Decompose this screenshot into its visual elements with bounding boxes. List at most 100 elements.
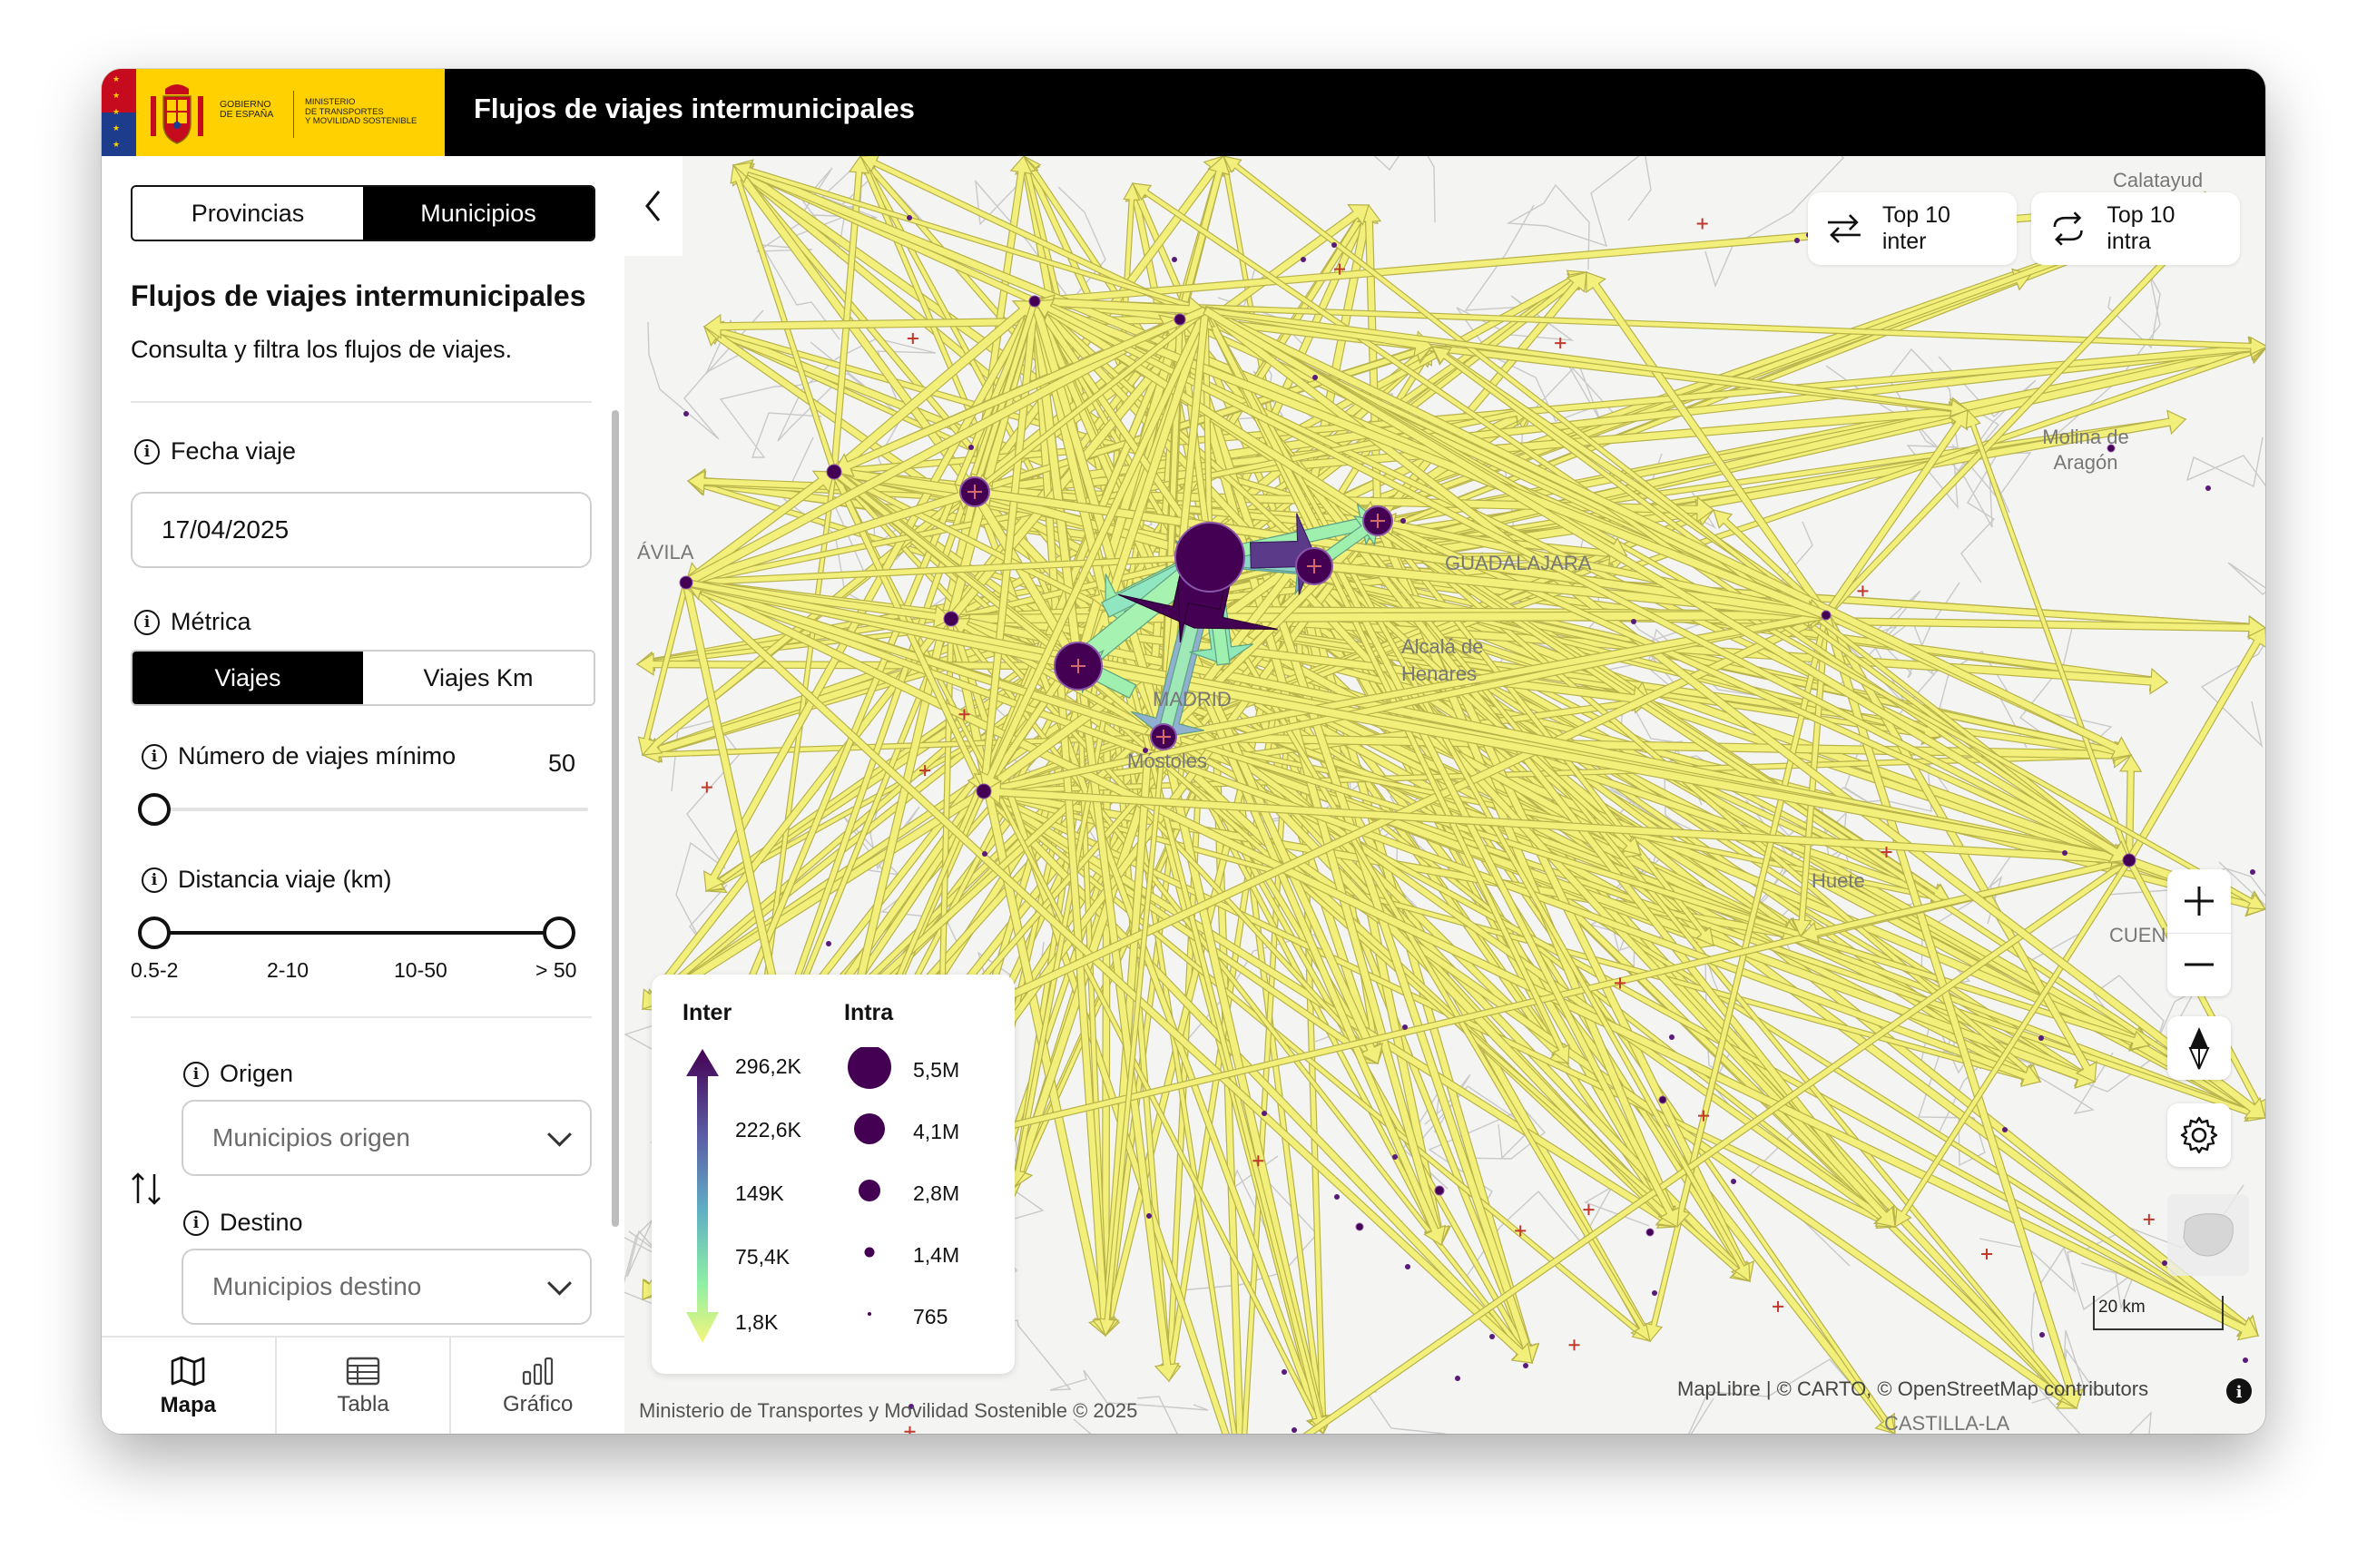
municipality-point — [1282, 1369, 1287, 1375]
municipality-node — [1174, 522, 1245, 593]
iberia-minimap-icon — [2183, 1213, 2234, 1257]
distance-max-thumb[interactable] — [543, 916, 575, 949]
place-label: Alcalá de Henares — [1401, 635, 1484, 685]
municipality-point — [2038, 1035, 2044, 1041]
municipality-node — [1434, 1185, 1445, 1196]
minus-icon — [2185, 963, 2214, 966]
map-attribution[interactable]: MapLibre | © CARTO, © OpenStreetMap cont… — [1677, 1377, 2148, 1401]
panel-title: Flujos de viajes intermunicipales — [131, 279, 586, 312]
legend-inter-value: 149K — [735, 1181, 784, 1205]
metric-label: i Métrica — [134, 608, 251, 636]
station-cross-marker — [1980, 1249, 1992, 1260]
footer-copyright: Ministerio de Transportes y Movilidad So… — [639, 1399, 1138, 1422]
place-label: Molina de Aragón — [2042, 426, 2129, 474]
date-label: i Fecha viaje — [134, 437, 296, 466]
municipality-point — [683, 411, 689, 416]
municipality-point — [826, 941, 831, 946]
info-icon[interactable]: i — [134, 438, 160, 465]
place-label: MADRID — [1153, 688, 1232, 710]
scope-toggle: Provincias Municipios — [131, 185, 595, 241]
legend-inter-value: 75,4K — [735, 1245, 791, 1269]
destination-select[interactable]: Municipios destino — [182, 1249, 592, 1325]
tab-municipios[interactable]: Municipios — [363, 187, 594, 240]
tab-viajes-km[interactable]: Viajes Km — [363, 652, 594, 704]
flow-map[interactable]: Calatayud Molina de Aragón ÁVILA GUADALA… — [624, 156, 2265, 1434]
municipality-point — [968, 445, 974, 450]
government-logo: ★ ★ ★ ★ ★ GOBIERNO DE ESPAÑA MINISTERIO DE TRA… — [102, 69, 445, 156]
nav-grafico[interactable]: Gráfico — [451, 1338, 624, 1434]
zoom-out-button[interactable] — [2167, 934, 2231, 997]
place-label: Calatayud — [2113, 169, 2204, 191]
zoom-control — [2167, 869, 2231, 996]
legend-intra-value: 2,8M — [913, 1181, 960, 1205]
municipality-node — [826, 464, 842, 480]
collapse-sidebar-button[interactable] — [624, 156, 683, 256]
swap-origin-destination-icon[interactable] — [129, 1169, 165, 1209]
top10-intra-button[interactable]: Top 10 intra — [2031, 192, 2240, 265]
coat-of-arms-icon — [151, 84, 203, 144]
legend-intra-title: Intra — [844, 1000, 894, 1025]
info-icon[interactable]: i — [142, 867, 167, 893]
municipality-point — [1172, 257, 1177, 262]
legend-inter-value: 222,6K — [735, 1118, 801, 1142]
min-trips-slider-thumb[interactable] — [138, 793, 171, 826]
date-input[interactable]: 17/04/2025 — [131, 492, 592, 568]
gear-icon — [2180, 1116, 2218, 1154]
destination-label: i Destino — [183, 1209, 303, 1237]
station-cross-marker — [1583, 1204, 1595, 1216]
settings-button[interactable] — [2167, 1103, 2231, 1167]
cycle-arrows-icon — [2053, 211, 2083, 246]
bottom-nav: Mapa Tabla Gráfico — [102, 1336, 624, 1434]
municipality-point — [1400, 518, 1406, 524]
municipality-point — [1402, 1024, 1408, 1030]
info-icon[interactable]: i — [183, 1210, 209, 1236]
municipality-point — [1146, 1213, 1152, 1219]
municipality-point — [1392, 1154, 1398, 1160]
municipality-node — [2122, 853, 2136, 867]
distance-range-track[interactable] — [152, 931, 555, 935]
origin-label: i Origen — [183, 1060, 293, 1088]
metric-toggle: Viajes Viajes Km — [131, 650, 595, 706]
municipality-point — [1301, 257, 1306, 262]
municipality-point — [1652, 1290, 1657, 1296]
compass-button[interactable] — [2167, 1016, 2231, 1080]
municipality-node — [1821, 610, 1832, 621]
ministerio-text: MINISTERIO DE TRANSPORTES Y MOVILIDAD SOST… — [305, 97, 417, 126]
municipality-point — [1631, 619, 1636, 624]
origin-select[interactable]: Municipios origen — [182, 1100, 592, 1176]
municipality-point — [907, 215, 912, 220]
scale-bar: 20 km — [2093, 1296, 2224, 1330]
station-cross-marker — [907, 333, 918, 345]
tab-viajes[interactable]: Viajes — [133, 652, 363, 704]
info-icon[interactable]: i — [142, 743, 167, 769]
place-label: Móstoles — [1127, 750, 1208, 772]
distance-min-thumb[interactable] — [138, 916, 171, 949]
station-cross-marker — [1568, 1339, 1580, 1351]
municipality-point — [2062, 850, 2067, 856]
nav-tabla[interactable]: Tabla — [277, 1338, 452, 1434]
municipality-node — [976, 783, 992, 799]
station-cross-marker — [1696, 218, 1708, 230]
station-cross-marker — [1773, 1300, 1784, 1312]
legend-inter-title: Inter — [683, 1000, 732, 1025]
tab-provincias[interactable]: Provincias — [133, 187, 363, 240]
municipality-point — [1489, 1334, 1495, 1339]
municipality-point — [1334, 1194, 1340, 1200]
municipality-point — [1405, 1264, 1410, 1269]
divider — [131, 1016, 592, 1018]
swap-arrows-icon — [1827, 214, 1861, 243]
municipality-point — [2039, 1332, 2045, 1338]
sidebar-scrollbar[interactable] — [612, 410, 619, 1227]
minimap-overview[interactable] — [2167, 1194, 2249, 1276]
nav-mapa[interactable]: Mapa — [102, 1338, 277, 1434]
legend-intra-value: 765 — [913, 1305, 948, 1328]
info-circle-icon[interactable]: i — [2225, 1377, 2253, 1405]
info-icon[interactable]: i — [183, 1061, 209, 1087]
info-icon[interactable]: i — [134, 609, 160, 635]
zoom-in-button[interactable] — [2167, 869, 2231, 934]
top10-inter-button[interactable]: Top 10 inter — [1808, 192, 2017, 265]
sidebar-scroll-area[interactable]: Provincias Municipios Flujos de viajes i… — [102, 156, 624, 1336]
municipality-point — [2205, 485, 2211, 491]
distance-tick: 10-50 — [394, 958, 447, 982]
min-trips-track[interactable] — [138, 808, 588, 811]
